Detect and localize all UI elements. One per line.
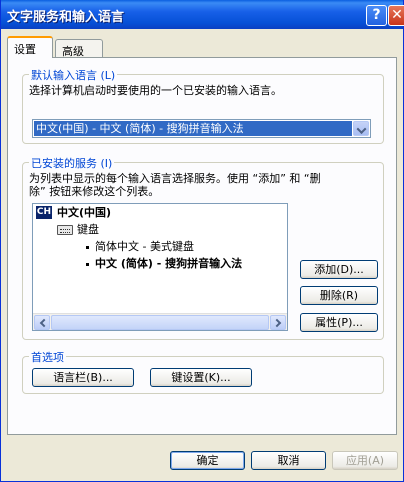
installed-services-description-2: 除” 按钮来修改这个列表。 (29, 185, 160, 198)
tree-item-language[interactable]: 中文(中国) (57, 205, 111, 221)
properties-button[interactable]: 属性(P)... (300, 313, 378, 332)
preferences-group: 首选项 语言栏(B)... 键设置(K)... (22, 349, 384, 394)
title-bar[interactable]: 文字服务和输入语言 ? ✕ (1, 0, 404, 29)
tree-item-us-keyboard[interactable]: 简体中文 - 美式键盘 (95, 239, 194, 255)
default-language-description: 选择计算机启动时要使用的一个已安装的输入语言。 (29, 84, 282, 97)
tree-item-sogou-pinyin[interactable]: 中文 (简体) - 搜狗拼音输入法 (95, 256, 242, 272)
installed-services-group: 已安装的服务 (I) 为列表中显示的每个输入语言选择服务。使用 “添加” 和 “… (22, 155, 384, 340)
scroll-thumb[interactable] (51, 315, 269, 330)
language-badge-icon: CH (36, 206, 52, 219)
close-button[interactable]: ✕ (388, 5, 404, 26)
apply-button[interactable]: 应用(A) (332, 451, 398, 470)
preferences-label: 首选项 (29, 349, 66, 365)
scroll-right-icon[interactable] (270, 315, 286, 330)
remove-button[interactable]: 删除(R) (300, 286, 378, 305)
installed-services-label: 已安装的服务 (I) (29, 155, 115, 171)
dialog-window: 文字服务和输入语言 ? ✕ 设置 高级 默认输入语言 (L) 选择计算机启动时要… (0, 0, 404, 482)
default-language-label: 默认输入语言 (L) (29, 67, 118, 83)
key-settings-button[interactable]: 键设置(K)... (150, 368, 252, 387)
default-language-group: 默认输入语言 (L) 选择计算机启动时要使用的一个已安装的输入语言。 中文(中国… (22, 67, 384, 144)
services-tree[interactable]: CH 中文(中国) 键盘 简体中文 - 美式键盘 中文 (简体) - 搜狗拼音输… (32, 203, 288, 331)
add-button[interactable]: 添加(D)... (300, 260, 378, 279)
help-button[interactable]: ? (366, 5, 387, 26)
language-bar-button[interactable]: 语言栏(B)... (32, 368, 134, 387)
default-language-select[interactable]: 中文(中国) - 中文 (简体) - 搜狗拼音输入法 (32, 119, 371, 138)
cancel-button[interactable]: 取消 (251, 451, 326, 470)
bullet-icon (86, 246, 89, 249)
scroll-left-icon[interactable] (34, 315, 50, 330)
bullet-icon (86, 263, 89, 266)
tab-advanced[interactable]: 高级 (55, 39, 103, 59)
keyboard-icon (57, 225, 73, 235)
window-title: 文字服务和输入语言 (7, 10, 125, 25)
chevron-down-icon[interactable] (353, 121, 369, 136)
tab-settings[interactable]: 设置 (7, 36, 53, 58)
default-language-value: 中文(中国) - 中文 (简体) - 搜狗拼音输入法 (34, 121, 352, 136)
horizontal-scrollbar[interactable] (33, 313, 287, 330)
ok-button[interactable]: 确定 (170, 451, 245, 470)
tree-item-keyboard[interactable]: 键盘 (77, 222, 99, 238)
tab-panel-settings: 默认输入语言 (L) 选择计算机启动时要使用的一个已安装的输入语言。 中文(中国… (7, 57, 397, 435)
